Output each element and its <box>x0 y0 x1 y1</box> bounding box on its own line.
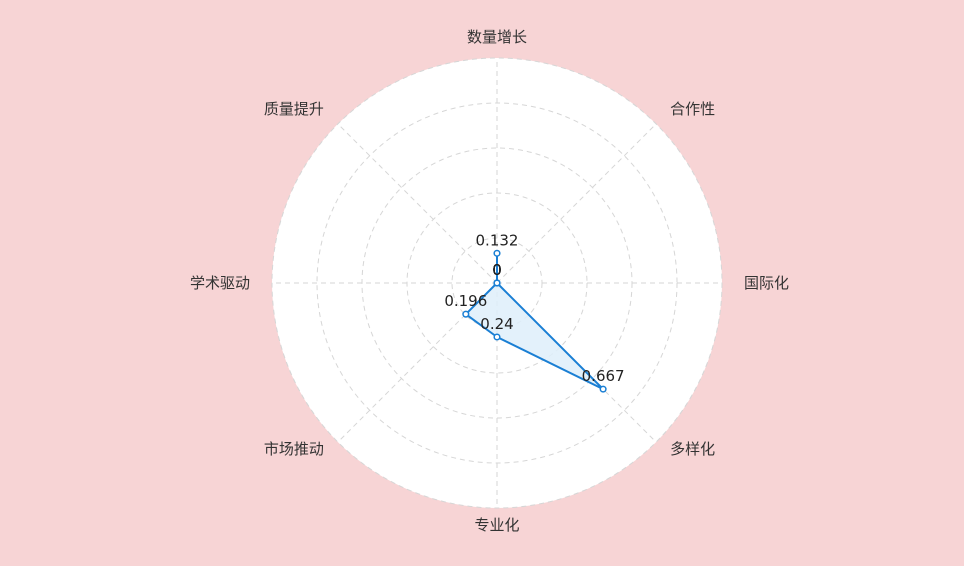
data-label: 0.132 <box>476 231 519 249</box>
axis-label: 多样化 <box>670 440 715 458</box>
data-point[interactable] <box>493 333 501 341</box>
axis-label: 学术驱动 <box>190 274 250 292</box>
data-label: 0.667 <box>582 367 625 385</box>
data-point[interactable] <box>493 249 501 257</box>
radar-chart: 数量增长 合作性 国际化 多样化 专业化 市场推动 学术驱动 质量提升 0.132 0 0 0.66… <box>0 0 964 566</box>
data-point[interactable] <box>599 385 607 393</box>
axis-label: 市场推动 <box>264 440 324 458</box>
axis-label: 数量增长 <box>467 28 527 46</box>
data-label: 0 <box>492 261 502 279</box>
axis-label: 合作性 <box>670 100 715 118</box>
data-label: 0.24 <box>480 315 513 333</box>
data-point[interactable] <box>493 279 501 287</box>
data-point[interactable] <box>462 310 470 318</box>
axis-label: 专业化 <box>474 516 519 534</box>
axis-label: 国际化 <box>744 274 789 292</box>
axis-label: 质量提升 <box>264 100 324 118</box>
radar-chart-svg: 数量增长合作性国际化多样化专业化市场推动学术驱动质量提升 0.132000.66… <box>190 28 789 534</box>
data-label: 0.196 <box>444 292 487 310</box>
